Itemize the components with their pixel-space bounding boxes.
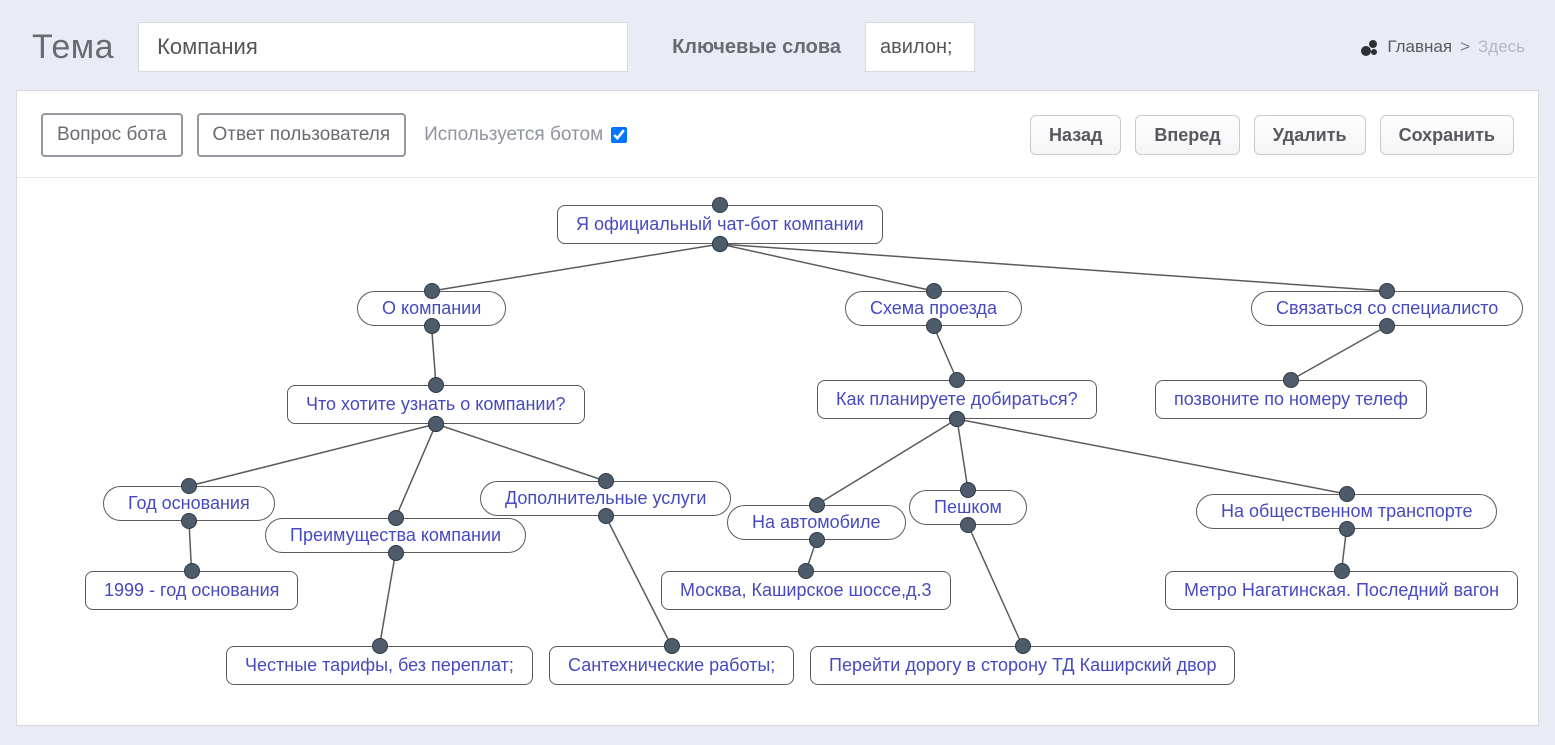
- panel-toolbar: Вопрос бота Ответ пользователя Используе…: [17, 91, 1538, 178]
- port-dot: [372, 638, 388, 654]
- port-dot: [181, 513, 197, 529]
- port-dot: [809, 497, 825, 513]
- port-dot: [664, 638, 680, 654]
- port-dot: [598, 508, 614, 524]
- port-dot: [428, 377, 444, 393]
- canvas-area[interactable]: Я официальный чат-бот компанииО компании…: [17, 178, 1538, 725]
- port-dot: [184, 563, 200, 579]
- port-dot: [428, 416, 444, 432]
- port-dot: [1379, 283, 1395, 299]
- breadcrumb-sep: >: [1460, 37, 1470, 57]
- user-answer-button[interactable]: Ответ пользователя: [197, 113, 407, 157]
- breadcrumb-here: Здесь: [1478, 37, 1525, 57]
- edges-svg: [17, 178, 1538, 725]
- save-button[interactable]: Сохранить: [1380, 115, 1514, 155]
- topic-input[interactable]: [138, 22, 628, 72]
- breadcrumb-home[interactable]: Главная: [1387, 37, 1452, 57]
- page-title: Тема: [32, 28, 114, 67]
- port-dot: [960, 517, 976, 533]
- back-button[interactable]: Назад: [1030, 115, 1121, 155]
- port-dot: [926, 318, 942, 334]
- port-dot: [424, 318, 440, 334]
- port-dot: [712, 236, 728, 252]
- port-dot: [1339, 486, 1355, 502]
- port-dot: [1339, 521, 1355, 537]
- port-dot: [424, 283, 440, 299]
- editor-panel: Вопрос бота Ответ пользователя Используе…: [16, 90, 1539, 726]
- port-dot: [798, 563, 814, 579]
- bot-question-button[interactable]: Вопрос бота: [41, 113, 183, 157]
- port-dot: [388, 510, 404, 526]
- port-dot: [1379, 318, 1395, 334]
- used-by-bot-label: Используется ботом: [424, 124, 603, 146]
- port-dot: [1283, 372, 1299, 388]
- port-dot: [712, 197, 728, 213]
- dashboard-icon: [1361, 40, 1379, 54]
- port-dot: [809, 532, 825, 548]
- port-dot: [388, 545, 404, 561]
- canvas-scroll[interactable]: Я официальный чат-бот компанииО компании…: [17, 178, 1538, 725]
- used-by-bot-checkbox[interactable]: [611, 127, 627, 143]
- port-dot: [960, 482, 976, 498]
- port-dot: [1015, 638, 1031, 654]
- breadcrumb: Главная > Здесь: [1361, 37, 1525, 57]
- used-by-bot-toggle[interactable]: Используется ботом: [424, 124, 627, 146]
- port-dot: [926, 283, 942, 299]
- port-dot: [949, 372, 965, 388]
- keywords-label: Ключевые слова: [672, 36, 841, 59]
- port-dot: [181, 478, 197, 494]
- port-dot: [949, 411, 965, 427]
- port-dot: [1334, 563, 1350, 579]
- port-dot: [598, 473, 614, 489]
- forward-button[interactable]: Вперед: [1135, 115, 1239, 155]
- keywords-input[interactable]: [865, 22, 975, 72]
- header-row: Тема Ключевые слова Главная > Здесь: [0, 0, 1555, 90]
- delete-button[interactable]: Удалить: [1254, 115, 1366, 155]
